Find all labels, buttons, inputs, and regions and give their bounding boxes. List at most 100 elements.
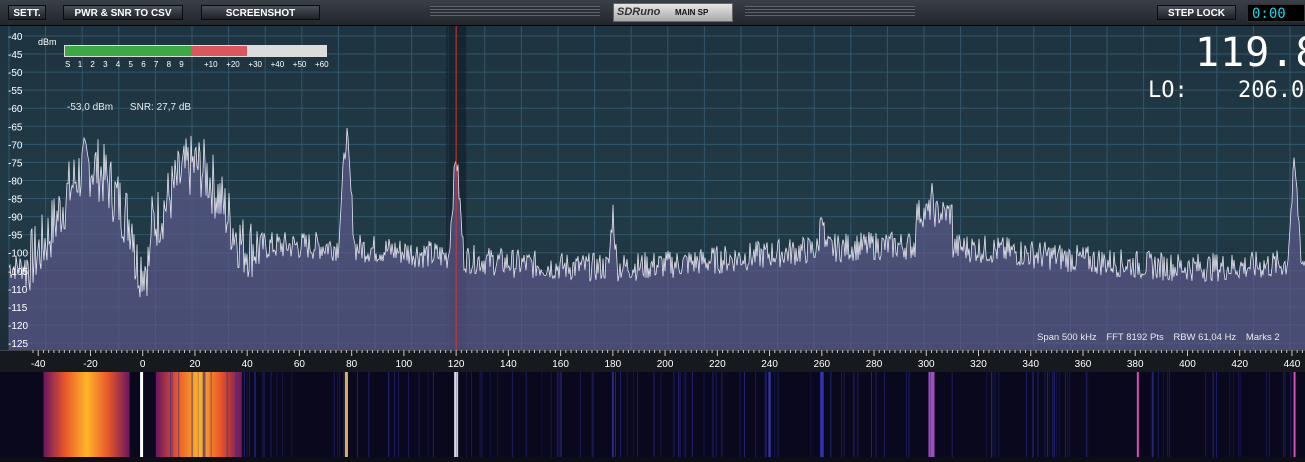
waterfall-noise-streak — [560, 372, 562, 457]
screenshot-button[interactable]: SCREENSHOT — [201, 5, 320, 20]
waterfall-noise-streak — [843, 372, 845, 457]
frequency-tick-label: 200 — [657, 359, 674, 370]
spectrum-display[interactable]: -40 -45 -50 -55 -60 -65 -70 -75 -80 -85 -90 -95 -100… — [0, 26, 1305, 350]
waterfall-noise-streak — [418, 372, 420, 457]
waterfall-noise-streak — [991, 372, 993, 457]
lo-frequency-display[interactable]: 206.00 — [1238, 78, 1305, 103]
waterfall-noise-streak — [263, 372, 265, 457]
waterfall-noise-streak — [591, 372, 593, 457]
waterfall-noise-streak — [170, 372, 172, 457]
db-tick-label: -100 — [8, 249, 28, 260]
waterfall-noise-streak — [408, 372, 410, 457]
waterfall-noise-streak — [744, 372, 746, 457]
power-snr-csv-button[interactable]: PWR & SNR TO CSV — [63, 5, 183, 20]
db-tick-label: -95 — [8, 231, 23, 242]
waterfall-noise-streak — [368, 372, 370, 457]
s-meter-tick-label: +10 — [204, 60, 218, 69]
waterfall-lobe-left — [43, 372, 130, 457]
s-meter-bar — [64, 45, 327, 57]
waterfall-noise-streak — [511, 372, 513, 457]
waterfall-noise-streak — [883, 372, 885, 457]
waterfall-display[interactable] — [0, 372, 1305, 457]
frequency-tick-label: 260 — [813, 359, 830, 370]
frequency-tick-label: 240 — [761, 359, 778, 370]
s-meter-red-fill — [191, 46, 247, 56]
waterfall-noise-streak — [243, 372, 245, 457]
step-lock-button[interactable]: STEP LOCK — [1157, 5, 1236, 20]
waterfall-signal-trace — [611, 372, 614, 457]
waterfall-noise-streak — [1085, 372, 1087, 457]
waterfall-noise-streak — [388, 372, 390, 457]
window-name: MAIN SP — [675, 8, 709, 17]
waterfall-noise-streak — [579, 372, 581, 457]
frequency-tick-label: 20 — [189, 359, 201, 370]
frequency-tick-label: 100 — [396, 359, 413, 370]
waterfall-noise-streak — [261, 372, 263, 457]
s-meter-tick-label: 1 — [77, 60, 83, 69]
waterfall-noise-streak — [769, 372, 771, 457]
marks-label: Marks 2 — [1245, 332, 1280, 343]
waterfall-noise-streak — [276, 372, 278, 457]
waterfall-noise-streak — [427, 372, 429, 457]
waterfall-noise-streak — [1032, 372, 1034, 457]
waterfall-noise-streak — [356, 372, 358, 457]
waterfall-noise-streak — [559, 372, 561, 457]
waterfall-noise-streak — [489, 372, 491, 457]
span-label: Span 500 kHz — [1037, 332, 1097, 343]
db-tick-label: -115 — [8, 303, 28, 314]
frequency-tick-label: 120 — [448, 359, 465, 370]
waterfall-noise-streak — [765, 372, 767, 457]
frequency-tick-label: -40 — [31, 359, 46, 370]
waterfall-noise-streak — [337, 372, 339, 457]
waterfall-noise-streak — [1069, 372, 1071, 457]
window-drag-grip[interactable] — [430, 6, 600, 18]
waterfall-noise-streak — [1282, 372, 1284, 457]
waterfall-noise-streak — [810, 372, 812, 457]
power-readout: -53,0 dBm — [67, 102, 114, 113]
waterfall-noise-streak — [1044, 372, 1046, 457]
window-drag-grip-right[interactable] — [745, 6, 915, 18]
waterfall-noise-streak — [951, 372, 953, 457]
waterfall-noise-streak — [593, 372, 595, 457]
lo-label: LO: — [1148, 78, 1188, 103]
waterfall-noise-streak — [1026, 372, 1028, 457]
s-meter-tick-label: +50 — [292, 60, 307, 69]
waterfall-noise-streak — [632, 372, 634, 457]
vfo-frequency-display[interactable]: 119.80 — [1195, 30, 1305, 76]
waterfall-noise-streak — [905, 372, 907, 457]
waterfall-noise-streak — [715, 372, 717, 457]
frequency-tick-label: 180 — [605, 359, 622, 370]
frequency-tick-label: 40 — [242, 359, 254, 370]
waterfall-noise-streak — [1056, 372, 1058, 457]
frequency-tick-label: 160 — [552, 359, 569, 370]
waterfall-noise-streak — [291, 372, 293, 457]
s-meter-tick-label: 9 — [179, 60, 184, 69]
waterfall-noise-streak — [343, 372, 345, 457]
waterfall-plot — [0, 372, 1305, 457]
waterfall-noise-streak — [994, 372, 996, 457]
frequency-axis[interactable]: -40 -20 0 20 40 60 80 100 120 140 160 180 200 220 240 2… — [0, 349, 1305, 372]
waterfall-noise-streak — [1064, 372, 1066, 457]
settings-button[interactable]: SETT. — [8, 5, 46, 20]
waterfall-noise-streak — [339, 372, 341, 457]
s-meter-tick-label: 2 — [90, 60, 95, 69]
frequency-tick-label: 320 — [970, 359, 987, 370]
waterfall-noise-streak — [819, 372, 821, 457]
db-tick-label: -55 — [8, 86, 23, 97]
waterfall-noise-streak — [550, 372, 552, 457]
fft-label: FFT 8192 Pts — [1106, 332, 1164, 343]
waterfall-noise-streak — [875, 372, 877, 457]
s-meter-tick-label: 3 — [103, 60, 108, 69]
waterfall-noise-streak — [171, 372, 173, 457]
waterfall-noise-streak — [764, 372, 766, 457]
waterfall-noise-streak — [1151, 372, 1153, 457]
waterfall-noise-streak — [1059, 372, 1061, 457]
waterfall-noise-streak — [197, 372, 199, 457]
waterfall-noise-streak — [249, 372, 251, 457]
waterfall-noise-streak — [1157, 372, 1159, 457]
waterfall-noise-streak — [1215, 372, 1217, 457]
db-tick-label: -90 — [8, 213, 23, 224]
waterfall-noise-streak — [541, 372, 543, 457]
frequency-tick-label: 440 — [1284, 359, 1301, 370]
waterfall-noise-streak — [1087, 372, 1089, 457]
